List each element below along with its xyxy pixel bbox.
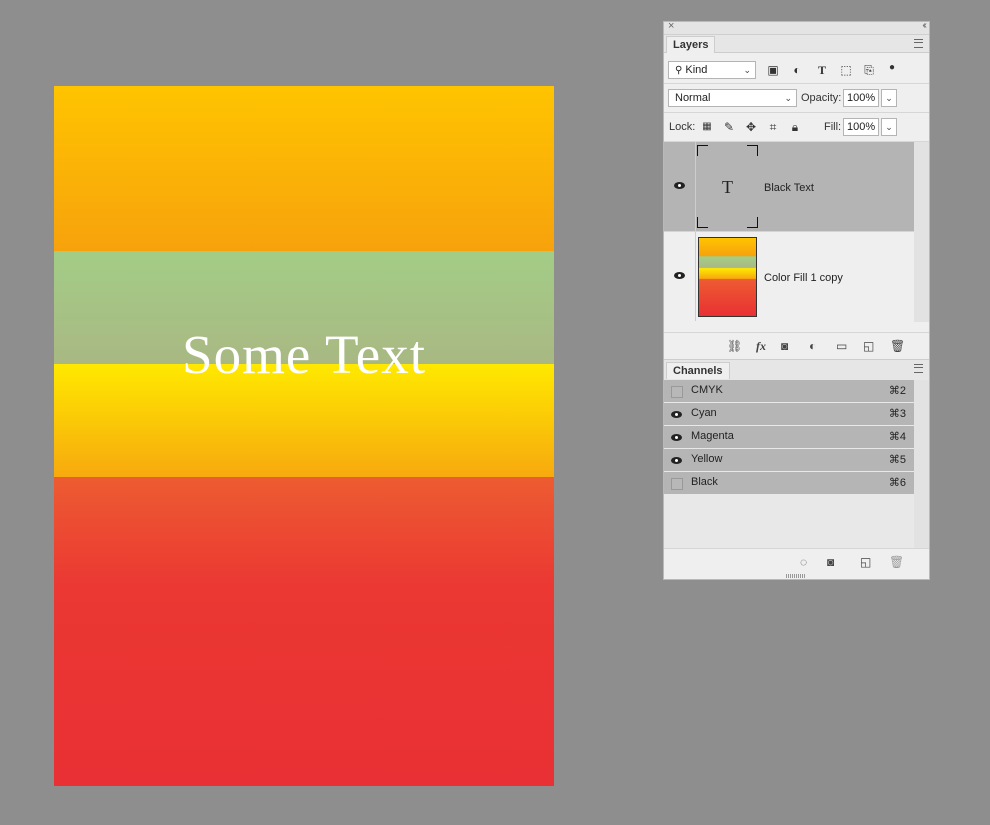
fill-dropdown[interactable]: ⌄ bbox=[881, 118, 897, 136]
text-layer-icon: T bbox=[722, 177, 733, 197]
opacity-input[interactable]: 100% bbox=[843, 89, 879, 107]
red-band bbox=[54, 477, 554, 786]
save-selection-icon[interactable]: ◙ bbox=[827, 555, 834, 569]
channels-list: CMYK ⌘2 Cyan ⌘3 Magenta ⌘4 Yellow ⌘5 Bla… bbox=[664, 380, 914, 550]
mask-icon[interactable]: ◙ bbox=[781, 339, 788, 353]
orange-band bbox=[54, 86, 554, 251]
lock-row: Lock: ▦ ✎ ✥ ⌗ 🔒︎ Fill: 100% ⌄ bbox=[664, 113, 929, 142]
panel-titlebar: × ‹‹ bbox=[664, 20, 929, 35]
filter-row: ⚲ Kind ⌄ ▣ ◐ T ⬚ ⎘ ● bbox=[664, 53, 929, 84]
filter-toggle-icon[interactable]: ● bbox=[884, 60, 900, 76]
channel-shortcut: ⌘5 bbox=[888, 454, 906, 466]
layer-name[interactable]: Color Fill 1 copy bbox=[764, 272, 843, 284]
resize-grip[interactable] bbox=[786, 574, 806, 578]
lock-all-icon[interactable]: 🔒︎ bbox=[787, 119, 803, 135]
lock-label: Lock: bbox=[669, 121, 696, 133]
lock-transparent-icon[interactable]: ▦ bbox=[699, 119, 715, 135]
layer-row-color-fill[interactable]: Color Fill 1 copy bbox=[664, 231, 914, 321]
tab-channels[interactable]: Channels bbox=[666, 362, 730, 379]
eye-icon[interactable] bbox=[674, 182, 685, 189]
visibility-checkbox[interactable] bbox=[671, 386, 683, 398]
chevron-down-icon: ⌄ bbox=[743, 65, 751, 75]
blend-mode-select[interactable]: Normal ⌄ bbox=[668, 89, 797, 107]
visibility-toggle[interactable] bbox=[664, 232, 696, 321]
blend-mode-label: Normal bbox=[675, 92, 711, 104]
smart-object-filter-icon[interactable]: ⎘ bbox=[861, 62, 877, 78]
link-icon[interactable]: ⛓ bbox=[727, 339, 742, 353]
opacity-dropdown[interactable]: ⌄ bbox=[881, 89, 897, 107]
text-layer-thumbnail: T bbox=[697, 145, 758, 228]
fill-layer-thumbnail bbox=[698, 237, 757, 317]
tab-layers[interactable]: Layers bbox=[666, 36, 716, 53]
new-layer-icon[interactable]: ◱ bbox=[863, 339, 874, 353]
fx-icon[interactable]: fx bbox=[756, 339, 766, 354]
filter-kind-select[interactable]: ⚲ Kind ⌄ bbox=[668, 61, 756, 79]
lock-position-icon[interactable]: ✥ bbox=[743, 119, 759, 135]
layer-row-black-text[interactable]: T Black Text bbox=[664, 142, 914, 231]
channel-shortcut: ⌘6 bbox=[888, 477, 906, 489]
channel-name: Magenta bbox=[691, 430, 734, 442]
image-filter-icon[interactable]: ▣ bbox=[765, 62, 781, 78]
close-icon[interactable]: × bbox=[668, 20, 674, 32]
layers-channels-panel: × ‹‹ Layers ⚲ Kind ⌄ ▣ ◐ T ⬚ ⎘ ● Normal … bbox=[663, 20, 930, 580]
channel-shortcut: ⌘4 bbox=[888, 431, 906, 443]
canvas-text[interactable]: Some Text bbox=[54, 323, 554, 386]
trash-icon[interactable]: 🗑︎ bbox=[889, 555, 904, 569]
channels-tabbar: Channels bbox=[664, 359, 929, 381]
eye-icon[interactable] bbox=[671, 457, 682, 464]
channels-menu-icon[interactable] bbox=[914, 364, 923, 373]
channel-shortcut: ⌘3 bbox=[888, 408, 906, 420]
load-selection-icon[interactable]: ◌ bbox=[800, 555, 807, 569]
filter-kind-label: Kind bbox=[685, 64, 708, 76]
channel-name: Yellow bbox=[691, 453, 723, 465]
channel-row-cyan[interactable]: Cyan ⌘3 bbox=[664, 403, 914, 426]
channel-row-yellow[interactable]: Yellow ⌘5 bbox=[664, 449, 914, 472]
eye-icon[interactable] bbox=[671, 411, 682, 418]
chevron-down-icon: ⌄ bbox=[784, 93, 792, 103]
lock-paint-icon[interactable]: ✎ bbox=[721, 119, 737, 135]
panel-menu-icon[interactable] bbox=[914, 39, 923, 48]
lock-artboard-icon[interactable]: ⌗ bbox=[765, 119, 781, 135]
adjustment-icon[interactable]: ◐ bbox=[809, 339, 816, 353]
channels-footer: ◌ ◙ ◱ 🗑︎ bbox=[664, 548, 929, 575]
document-canvas[interactable]: Some Text bbox=[54, 86, 554, 786]
fill-label: Fill: bbox=[824, 121, 842, 133]
channel-name: Black bbox=[691, 476, 718, 488]
layers-list: T Black Text Color Fill 1 copy bbox=[664, 142, 914, 332]
channels-scrollbar[interactable] bbox=[914, 380, 929, 548]
channel-name: Cyan bbox=[691, 407, 717, 419]
channel-row-black[interactable]: Black ⌘6 bbox=[664, 472, 914, 495]
trash-icon[interactable]: 🗑︎ bbox=[890, 339, 905, 353]
folder-icon[interactable]: ▭ bbox=[836, 339, 847, 353]
shape-filter-icon[interactable]: ⬚ bbox=[838, 62, 854, 78]
layers-scrollbar[interactable] bbox=[914, 142, 929, 322]
adjustment-filter-icon[interactable]: ◐ bbox=[789, 62, 805, 78]
layers-tabbar: Layers bbox=[664, 35, 929, 53]
layers-footer: ⛓ fx ◙ ◐ ▭ ◱ 🗑︎ bbox=[664, 332, 929, 361]
channel-row-magenta[interactable]: Magenta ⌘4 bbox=[664, 426, 914, 449]
new-channel-icon[interactable]: ◱ bbox=[860, 555, 871, 569]
eye-icon[interactable] bbox=[671, 434, 682, 441]
eye-icon[interactable] bbox=[674, 272, 685, 279]
blend-row: Normal ⌄ Opacity: 100% ⌄ bbox=[664, 84, 929, 113]
channel-shortcut: ⌘2 bbox=[888, 385, 906, 397]
opacity-label: Opacity: bbox=[801, 92, 842, 104]
type-filter-icon[interactable]: T bbox=[814, 62, 830, 78]
layer-name[interactable]: Black Text bbox=[764, 182, 814, 194]
fill-input[interactable]: 100% bbox=[843, 118, 879, 136]
channel-row-cmyk[interactable]: CMYK ⌘2 bbox=[664, 380, 914, 403]
visibility-toggle[interactable] bbox=[664, 142, 696, 231]
collapse-icon[interactable]: ‹‹ bbox=[922, 20, 926, 31]
channel-name: CMYK bbox=[691, 384, 723, 396]
search-icon: ⚲ bbox=[675, 65, 683, 76]
visibility-checkbox[interactable] bbox=[671, 478, 683, 490]
